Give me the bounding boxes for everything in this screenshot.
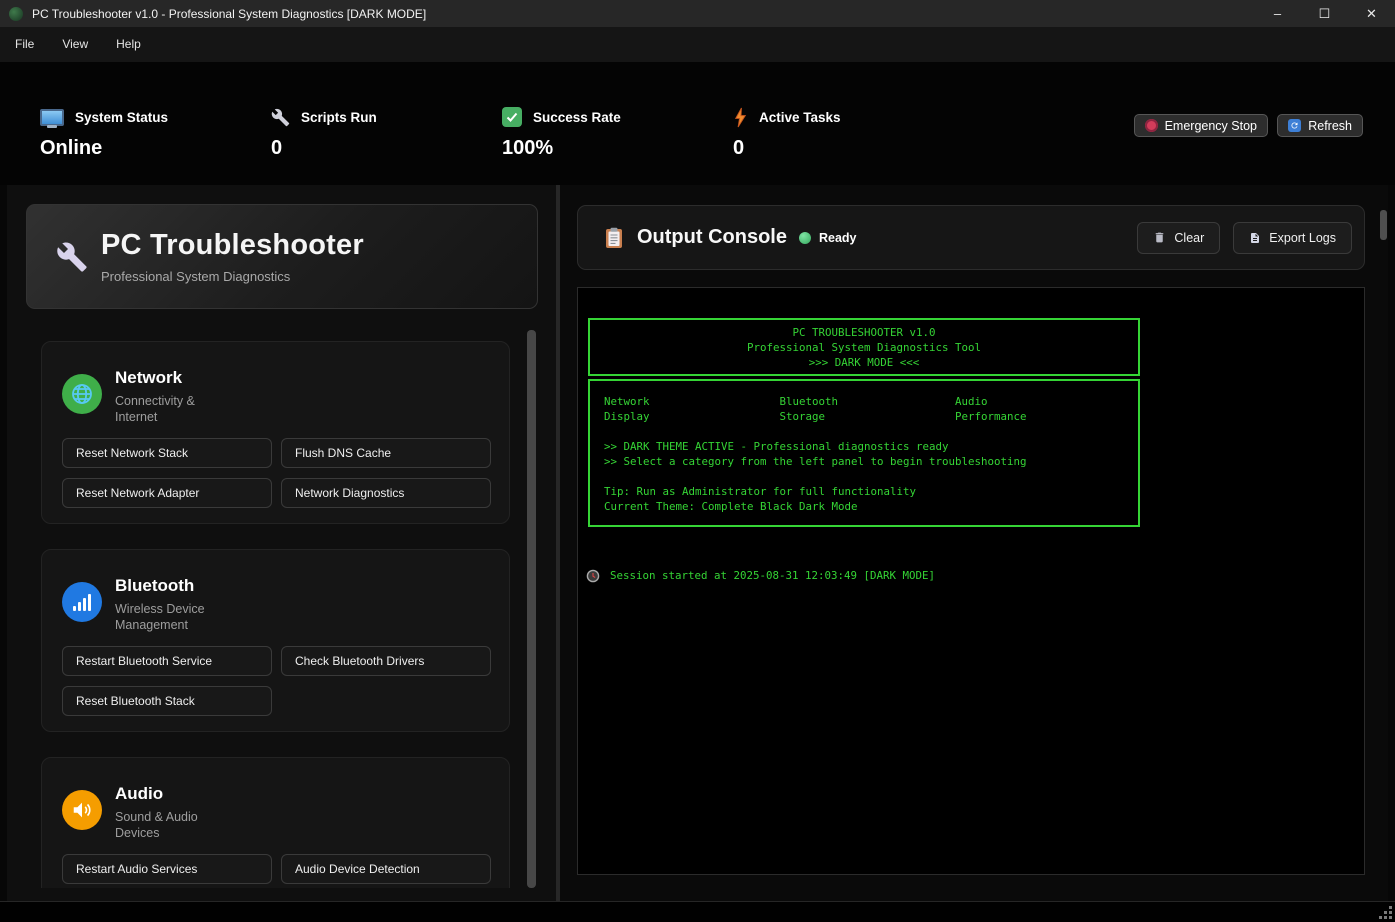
left-panel-scrollbar[interactable] [527,330,536,888]
clear-label: Clear [1174,231,1204,245]
session-text: Session started at 2025-08-31 12:03:49 [… [610,568,935,583]
export-logs-label: Export Logs [1269,231,1336,245]
console-title: Output Console [637,226,787,249]
restart-audio-services-button[interactable]: Restart Audio Services [62,854,272,884]
app-window: PC Troubleshooter v1.0 - Professional Sy… [0,0,1395,922]
category-subtitle: Connectivity & Internet [115,393,215,425]
category-card-network: Network Connectivity & Internet Reset Ne… [41,341,510,524]
stat-value: 0 [271,137,377,160]
stat-label: Success Rate [533,110,621,125]
check-icon [502,107,522,127]
reset-network-stack-button[interactable]: Reset Network Stack [62,438,272,468]
emergency-stop-label: Emergency Stop [1165,119,1257,133]
reset-bluetooth-stack-button[interactable]: Reset Bluetooth Stack [62,686,272,716]
console-banner-box: PC TROUBLESHOOTER v1.0 Professional Syst… [588,318,1140,376]
app-subtitle: Professional System Diagnostics [101,269,364,284]
category-subtitle: Sound & Audio Devices [115,809,215,841]
export-logs-button[interactable]: Export Logs [1233,222,1352,254]
trash-icon [1153,231,1166,244]
audio-device-detection-button[interactable]: Audio Device Detection [281,854,491,884]
console-status: Ready [819,231,857,245]
network-diagnostics-button[interactable]: Network Diagnostics [281,478,491,508]
reset-network-adapter-button[interactable]: Reset Network Adapter [62,478,272,508]
refresh-icon [1288,119,1301,132]
stop-circle-icon [1145,119,1158,132]
stats-bar: System Status Online Scripts Run 0 Succe… [0,62,1395,185]
wrench-icon [56,241,88,273]
left-panel: PC Troubleshooter Professional System Di… [7,185,556,902]
app-header-card: PC Troubleshooter Professional System Di… [26,204,538,309]
wrench-icon [271,108,290,127]
window-title: PC Troubleshooter v1.0 - Professional Sy… [32,7,426,21]
stat-value: 100% [502,137,621,160]
right-panel-scrollbar[interactable] [1380,210,1387,240]
stat-label: System Status [75,110,168,125]
signal-bars-icon [62,582,102,622]
stat-system-status: System Status Online [40,106,168,160]
console-output[interactable]: PC TROUBLESHOOTER v1.0 Professional Syst… [577,287,1365,875]
minimize-button[interactable]: – [1254,0,1301,27]
stat-value: 0 [733,137,841,160]
main-area: PC Troubleshooter Professional System Di… [0,185,1395,902]
category-card-audio: Audio Sound & Audio Devices Restart Audi… [41,757,510,888]
maximize-button[interactable]: ☐ [1301,0,1348,27]
stat-active-tasks: Active Tasks 0 [733,106,841,160]
close-button[interactable]: ✕ [1348,0,1395,27]
window-controls: – ☐ ✕ [1254,0,1395,27]
category-list: Network Connectivity & Internet Reset Ne… [7,341,547,888]
check-bluetooth-drivers-button[interactable]: Check Bluetooth Drivers [281,646,491,676]
refresh-button[interactable]: Refresh [1277,114,1363,137]
category-title: Network [115,368,215,388]
monitor-icon [40,109,64,126]
document-icon [1249,231,1261,245]
stat-scripts-run: Scripts Run 0 [271,106,377,160]
status-bar [0,901,1395,922]
menu-file[interactable]: File [1,27,48,62]
menu-view[interactable]: View [48,27,102,62]
category-title: Audio [115,784,215,804]
category-title: Bluetooth [115,576,215,596]
menu-bar: File View Help [0,27,1395,62]
stat-success-rate: Success Rate 100% [502,106,621,160]
category-card-bluetooth: Bluetooth Wireless Device Management Res… [41,549,510,732]
category-subtitle: Wireless Device Management [115,601,215,633]
clear-button[interactable]: Clear [1137,222,1220,254]
clipboard-icon [605,227,623,249]
stat-value: Online [40,137,168,160]
menu-help[interactable]: Help [102,27,155,62]
console-info-box: Network Bluetooth Audio Display Storage … [588,379,1140,527]
console-session-line: Session started at 2025-08-31 12:03:49 [… [586,568,1364,583]
restart-bluetooth-service-button[interactable]: Restart Bluetooth Service [62,646,272,676]
globe-icon [62,374,102,414]
app-title: PC Troubleshooter [101,229,364,262]
refresh-label: Refresh [1308,119,1352,133]
stat-label: Scripts Run [301,110,377,125]
console-header-card: Output Console Ready Clear Export L [577,205,1365,270]
title-bar: PC Troubleshooter v1.0 - Professional Sy… [0,0,1395,27]
speaker-icon [62,790,102,830]
app-icon [9,7,23,21]
lightning-icon [733,107,748,128]
status-dot-icon [799,232,811,244]
right-panel: Output Console Ready Clear Export L [560,185,1388,902]
resize-grip[interactable] [1379,906,1392,919]
flush-dns-cache-button[interactable]: Flush DNS Cache [281,438,491,468]
emergency-stop-button[interactable]: Emergency Stop [1134,114,1268,137]
clock-icon [586,569,600,583]
stat-label: Active Tasks [759,110,841,125]
